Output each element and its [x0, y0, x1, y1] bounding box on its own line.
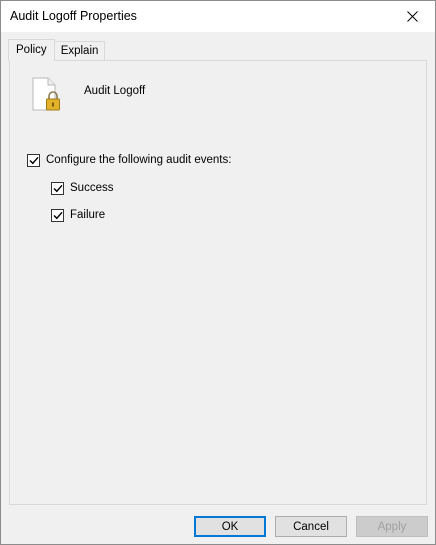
ok-button[interactable]: OK — [194, 516, 266, 537]
properties-dialog: Audit Logoff Properties Policy Explain A… — [0, 0, 436, 545]
policy-tab-panel: Audit Logoff Configure the following aud… — [9, 60, 427, 505]
failure-checkbox[interactable] — [51, 208, 64, 222]
cancel-button[interactable]: Cancel — [275, 516, 347, 537]
checkmark-icon — [53, 211, 63, 219]
document-lock-icon — [32, 77, 60, 111]
tab-policy[interactable]: Policy — [8, 39, 55, 61]
configure-audit-checkbox[interactable] — [27, 153, 40, 167]
failure-label: Failure — [70, 209, 106, 221]
tab-strip: Policy Explain — [8, 39, 106, 61]
apply-button[interactable]: Apply — [356, 516, 428, 537]
failure-checkbox-row[interactable]: Failure — [51, 207, 105, 223]
policy-name: Audit Logoff — [84, 85, 146, 97]
success-checkbox[interactable] — [51, 181, 64, 195]
checkmark-icon — [53, 184, 63, 192]
tab-explain[interactable]: Explain — [53, 41, 106, 61]
close-button[interactable] — [389, 1, 435, 32]
success-label: Success — [70, 182, 114, 194]
title-bar[interactable]: Audit Logoff Properties — [1, 1, 435, 32]
checkmark-icon — [29, 156, 39, 164]
configure-audit-checkbox-row[interactable]: Configure the following audit events: — [27, 152, 231, 168]
success-checkbox-row[interactable]: Success — [51, 180, 113, 196]
close-icon — [406, 11, 418, 22]
configure-audit-label: Configure the following audit events: — [46, 154, 232, 166]
window-title: Audit Logoff Properties — [10, 9, 137, 23]
